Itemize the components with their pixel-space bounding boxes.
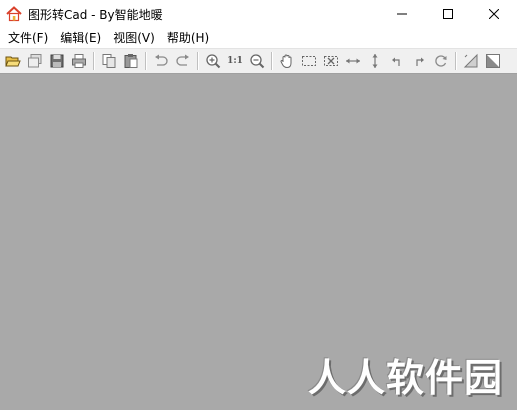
maximize-icon — [443, 9, 453, 19]
save-icon — [50, 54, 64, 68]
flip-vertical-button[interactable] — [364, 50, 386, 72]
window-title: 图形转Cad - By智能地暖 — [28, 7, 163, 22]
copy-icon — [102, 54, 116, 68]
zoom-out-button[interactable] — [246, 50, 268, 72]
crop-icon — [324, 56, 338, 66]
select-button[interactable] — [298, 50, 320, 72]
rotate-left-icon — [392, 57, 400, 66]
toolbar: 1:1 — [0, 48, 517, 74]
toolbar-separator — [271, 52, 273, 70]
open-folder-icon — [5, 56, 21, 67]
paste-button[interactable] — [120, 50, 142, 72]
zoom-out-icon — [250, 54, 265, 69]
flip-vertical-icon — [372, 54, 378, 68]
copy-window-icon — [28, 54, 42, 68]
copy-button[interactable] — [98, 50, 120, 72]
rotate-button[interactable] — [430, 50, 452, 72]
print-icon — [72, 54, 86, 68]
undo-button[interactable] — [150, 50, 172, 72]
rotate-left-button[interactable] — [386, 50, 408, 72]
menu-file[interactable]: 文件(F) — [2, 28, 54, 48]
drawing-canvas[interactable]: 人人软件园 — [0, 74, 517, 410]
triangle-fill-button[interactable] — [482, 50, 504, 72]
house-icon — [6, 6, 22, 22]
flip-horizontal-button[interactable] — [342, 50, 364, 72]
rotate-icon — [435, 55, 447, 67]
triangle-icon — [463, 53, 478, 68]
close-button[interactable] — [471, 0, 517, 28]
minimize-icon — [397, 13, 407, 15]
actual-size-icon: 1:1 — [227, 56, 243, 66]
save-button[interactable] — [46, 50, 68, 72]
pan-button[interactable] — [276, 50, 298, 72]
paste-icon — [124, 54, 138, 68]
toolbar-separator — [455, 52, 457, 70]
rotate-right-button[interactable] — [408, 50, 430, 72]
maximize-button[interactable] — [425, 0, 471, 28]
toolbar-separator — [197, 52, 199, 70]
menu-help[interactable]: 帮助(H) — [161, 28, 215, 48]
new-window-button[interactable] — [24, 50, 46, 72]
watermark: 人人软件园 — [307, 356, 503, 400]
pan-hand-icon — [280, 54, 292, 69]
redo-button[interactable] — [172, 50, 194, 72]
crop-button[interactable] — [320, 50, 342, 72]
triangle-button[interactable] — [460, 50, 482, 72]
window-controls — [379, 0, 517, 28]
toolbar-separator — [93, 52, 95, 70]
menu-view[interactable]: 视图(V) — [107, 28, 161, 48]
menu-edit[interactable]: 编辑(E) — [54, 28, 107, 48]
zoom-in-icon — [206, 54, 221, 69]
triangle-fill-icon — [486, 54, 500, 68]
print-button[interactable] — [68, 50, 90, 72]
toolbar-separator — [145, 52, 147, 70]
zoom-in-button[interactable] — [202, 50, 224, 72]
rotate-right-icon — [416, 57, 424, 66]
menu-bar: 文件(F) 编辑(E) 视图(V) 帮助(H) — [0, 28, 517, 48]
close-icon — [489, 9, 499, 19]
actual-size-button[interactable]: 1:1 — [224, 50, 246, 72]
redo-icon — [176, 54, 189, 66]
minimize-button[interactable] — [379, 0, 425, 28]
open-button[interactable] — [2, 50, 24, 72]
flip-horizontal-icon — [346, 58, 360, 64]
undo-icon — [155, 54, 168, 66]
title-bar: 图形转Cad - By智能地暖 — [0, 0, 517, 28]
select-rect-icon — [302, 56, 316, 66]
